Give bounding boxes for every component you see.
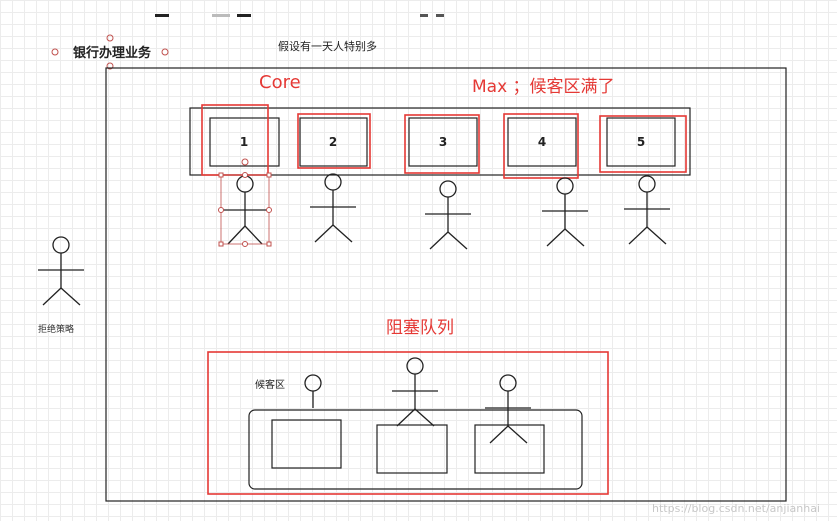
waiting-area-container[interactable]: [248, 409, 583, 490]
person-at-counter-1[interactable]: [222, 175, 268, 245]
waiting-person-2[interactable]: [392, 357, 438, 427]
counter-number: 2: [329, 135, 337, 149]
counter-number: 4: [538, 135, 546, 149]
counter-5[interactable]: 5: [606, 117, 676, 167]
handle-dot: [106, 34, 114, 42]
diagram-title[interactable]: 银行办理业务: [73, 45, 152, 61]
core-label[interactable]: Core: [259, 72, 301, 93]
waiting-seat-1[interactable]: [271, 419, 342, 469]
core-highlight-1: [201, 104, 269, 176]
waiting-area-label[interactable]: 候客区: [255, 378, 285, 391]
handle-dot: [51, 48, 59, 56]
reject-policy-label[interactable]: 拒绝策略: [38, 323, 74, 335]
rejected-person[interactable]: [38, 236, 84, 306]
counter-2[interactable]: 2: [299, 117, 368, 167]
note-text[interactable]: 假设有一天人特别多: [278, 39, 377, 53]
max-label[interactable]: Max ；候客区满了: [472, 77, 615, 97]
person-at-counter-4[interactable]: [542, 177, 588, 247]
waiting-person-3[interactable]: [485, 374, 531, 444]
waiting-seat-2[interactable]: [376, 424, 448, 474]
counter-4[interactable]: 4: [507, 117, 577, 167]
diagram-canvas: 银行办理业务 假设有一天人特别多 Core Max ；候客区满了 1 2 3 4…: [38, 14, 820, 515]
person-at-counter-2[interactable]: [310, 173, 356, 243]
counter-number: 1: [240, 135, 248, 149]
handle-dot: [161, 48, 169, 56]
waiting-person-1[interactable]: [304, 374, 322, 408]
waiting-seat-3[interactable]: [474, 424, 545, 474]
person-at-counter-5[interactable]: [624, 175, 670, 245]
toolbar-remnants: [155, 14, 444, 17]
counter-number: 5: [637, 135, 645, 149]
watermark: https://blog.csdn.net/anjianhai: [652, 502, 820, 515]
blocking-queue-label[interactable]: 阻塞队列: [386, 318, 454, 338]
counter-number: 3: [439, 135, 447, 149]
counter-3[interactable]: 3: [408, 117, 478, 167]
person-at-counter-3[interactable]: [425, 180, 471, 250]
